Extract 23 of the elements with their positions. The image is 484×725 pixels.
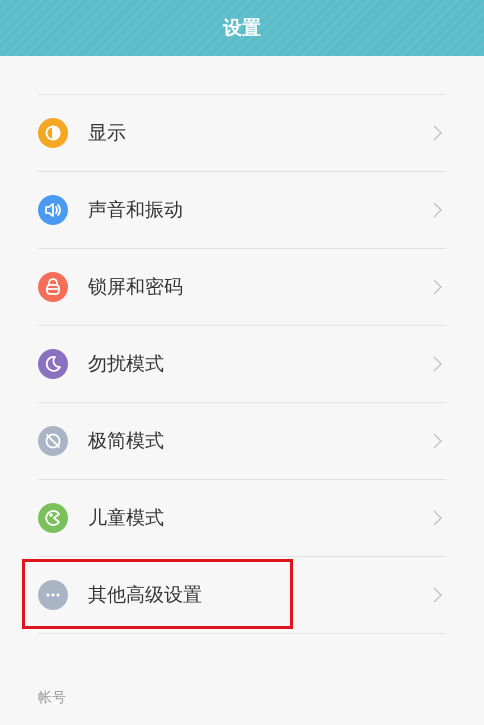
settings-item[interactable]: 显示 <box>38 95 446 172</box>
setting-label: 极简模式 <box>88 429 165 454</box>
setting-label: 锁屏和密码 <box>88 275 184 300</box>
setting-label: 勿扰模式 <box>88 352 165 377</box>
settings-item[interactable]: 勿扰模式 <box>38 326 446 403</box>
settings-item[interactable]: 锁屏和密码 <box>38 249 446 326</box>
settings-item[interactable]: 极简模式 <box>38 403 446 480</box>
setting-label: 声音和振动 <box>88 198 184 223</box>
chevron-right-icon <box>433 279 442 295</box>
setting-label: 其他高级设置 <box>88 583 203 608</box>
setting-label: 显示 <box>88 121 127 146</box>
chevron-right-icon <box>433 356 442 372</box>
chevron-right-icon <box>433 125 442 141</box>
section-heading: 帐号 <box>38 688 66 706</box>
chevron-right-icon <box>433 202 442 218</box>
setting-label: 儿童模式 <box>88 506 165 531</box>
settings-item[interactable]: 儿童模式 <box>38 480 446 557</box>
chevron-right-icon <box>433 510 442 526</box>
settings-item[interactable]: 其他高级设置 <box>38 557 446 634</box>
page-title: 设置 <box>223 16 261 41</box>
settings-item[interactable]: 声音和振动 <box>38 172 446 249</box>
chevron-right-icon <box>433 587 442 603</box>
chevron-right-icon <box>433 433 442 449</box>
